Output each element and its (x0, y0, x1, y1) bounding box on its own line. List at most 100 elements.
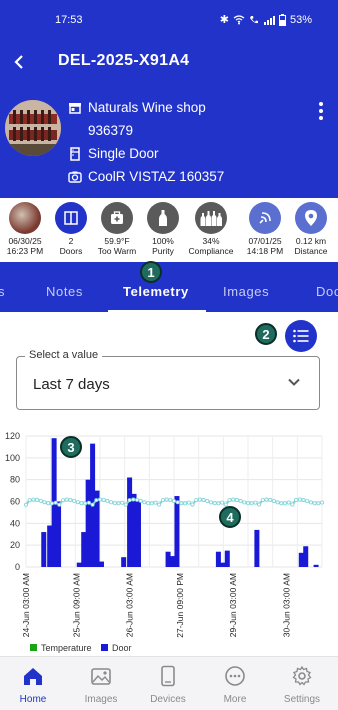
wifi-icon (233, 14, 245, 24)
temperature-point (171, 498, 176, 503)
nav-settings[interactable]: Settings (274, 665, 330, 705)
legend-door-swatch (101, 644, 108, 651)
nav-more[interactable]: More (207, 665, 263, 705)
nav-label: Images (84, 694, 118, 705)
bluetooth-icon: ✱ (219, 14, 229, 26)
temperature-point (68, 497, 73, 502)
outlet-photo[interactable] (5, 100, 61, 156)
temperature-point (308, 500, 313, 505)
temperature-point (149, 501, 154, 506)
active-tab-indicator (108, 310, 206, 312)
images-icon (91, 668, 111, 685)
temperature-point (238, 499, 243, 504)
temperature-point (142, 500, 147, 505)
tab-partial-right[interactable]: Doo (316, 284, 338, 299)
list-icon (293, 329, 309, 343)
bottles-icon (195, 202, 227, 234)
door-bar (85, 479, 91, 567)
temperature-point (294, 498, 299, 503)
stat-line2: 14:18 PM (246, 246, 284, 256)
temperature-point (319, 500, 324, 505)
stat-line1: 0.12 km (295, 236, 327, 246)
stat-last-photo[interactable]: 06/30/25 16:23 PM (1, 202, 49, 256)
legend-door[interactable]: Door (112, 643, 132, 653)
stat-compliance[interactable]: 34% Compliance (187, 202, 235, 256)
temperature-point (212, 501, 217, 506)
home-icon (24, 668, 42, 685)
x-tick-label: 24-Jun 03:00 AM (21, 573, 31, 637)
temperature-point (257, 502, 262, 507)
outlet-code-row: 936379 (88, 123, 133, 138)
stat-line2: Purity (152, 246, 174, 256)
temperature-point (201, 497, 206, 502)
stat-line1: 06/30/25 (8, 236, 42, 246)
battery-icon (278, 13, 286, 26)
temperature-point (120, 500, 125, 505)
temperature-point (312, 501, 317, 506)
temperature-point (157, 502, 162, 507)
tab-images[interactable]: Images (223, 284, 269, 299)
x-tick-label: 27-Jun 09:00 PM (175, 573, 185, 638)
more-icon (225, 666, 245, 686)
outlet-code: 936379 (88, 123, 134, 138)
temperature-point (242, 500, 247, 505)
door-bar (127, 477, 133, 567)
temperature-point (260, 498, 265, 503)
stat-line2: Doors (59, 246, 83, 256)
stat-line1: 100% (152, 236, 174, 246)
tab-notes[interactable]: Notes (46, 284, 83, 299)
temperature-point (153, 500, 158, 505)
temperature-point (109, 500, 114, 505)
temperature-point (49, 501, 54, 506)
tab-telemetry[interactable]: Telemetry (123, 284, 189, 299)
outlet-name-row: Naturals Wine shop (68, 100, 206, 115)
page-title: DEL-2025-X91A4 (58, 52, 190, 69)
temperature-point (227, 498, 232, 503)
tab-partial-left[interactable]: s (0, 284, 5, 299)
list-view-button[interactable] (285, 320, 317, 352)
camera-icon (68, 171, 82, 183)
door-bar (47, 525, 53, 567)
temperature-point (297, 497, 302, 502)
temperature-point (186, 500, 191, 505)
temperature-point (138, 498, 143, 503)
satellite-icon (249, 202, 281, 234)
temperature-point (290, 502, 295, 507)
door-bar (131, 493, 137, 567)
stat-line1: 07/01/25 (248, 236, 282, 246)
first-aid-icon (101, 202, 133, 234)
bottom-navigation: Home Images Devices More Settings (0, 656, 338, 710)
stat-distance[interactable]: 0.12 km Distance (287, 202, 335, 256)
photo-thumbnail (9, 202, 41, 234)
chart-legend: Temperature Door (30, 643, 132, 653)
annotation-badge-1: 1 (140, 261, 162, 283)
door-bar (254, 529, 260, 567)
door-bar (56, 501, 62, 567)
stat-purity[interactable]: 100% Purity (139, 202, 187, 256)
stat-last-ping[interactable]: 07/01/25 14:18 PM (241, 202, 289, 256)
outlet-name: Naturals Wine shop (88, 100, 206, 115)
temperature-point (105, 498, 110, 503)
y-tick-label: 120 (5, 431, 20, 441)
temperature-point (271, 499, 276, 504)
x-tick-label: 29-Jun 03:00 AM (228, 573, 238, 637)
back-arrow-icon[interactable] (10, 52, 30, 72)
range-select[interactable]: Select a value Last 7 days (16, 349, 320, 410)
temperature-point (86, 500, 91, 505)
temperature-point (101, 497, 106, 502)
temperature-point (79, 501, 84, 506)
nav-label: Home (19, 694, 47, 705)
stat-line2: 16:23 PM (6, 246, 44, 256)
overflow-menu-icon[interactable] (318, 102, 324, 120)
signal-icon (263, 15, 275, 25)
temperature-point (64, 497, 69, 502)
legend-temperature[interactable]: Temperature (41, 643, 92, 653)
x-tick-label: 30-Jun 03:00 AM (281, 573, 291, 637)
nav-home[interactable]: Home (5, 665, 61, 705)
stat-temperature[interactable]: 59.9°F Too Warm (93, 202, 141, 256)
stat-doors[interactable]: 2 Doors (47, 202, 95, 256)
nav-devices[interactable]: Devices (140, 665, 196, 705)
temperature-point (253, 500, 258, 505)
door-bar (165, 551, 171, 567)
nav-images[interactable]: Images (73, 665, 129, 705)
